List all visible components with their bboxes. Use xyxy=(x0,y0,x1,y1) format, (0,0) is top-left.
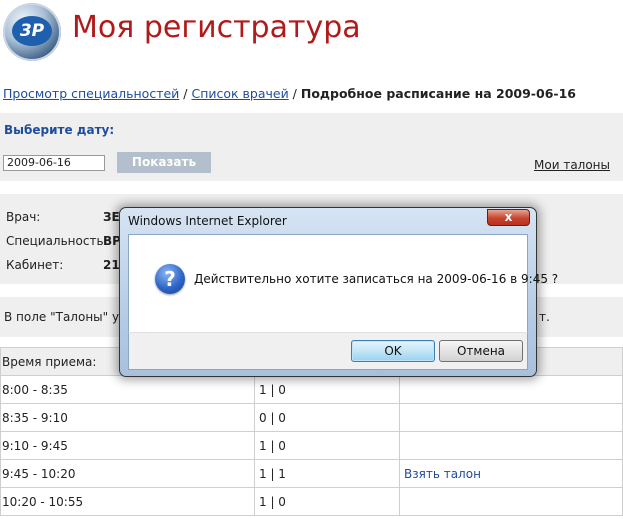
table-row: 10:20 - 10:55 1 | 0 xyxy=(0,487,623,516)
time-cell: 9:10 - 9:45 xyxy=(0,431,255,460)
close-button[interactable]: x xyxy=(487,209,530,226)
dialog-footer: OK Отмена xyxy=(128,332,528,370)
tickets-cell: 1 | 0 xyxy=(254,375,400,404)
time-cell: 8:35 - 9:10 xyxy=(0,403,255,432)
breadcrumb-current: Подробное расписание на 2009-06-16 xyxy=(300,86,576,101)
specialty-label: Специальность: xyxy=(6,234,108,248)
date-panel: Выберите дату: 2009-06-16 Показать Мои т… xyxy=(0,113,623,181)
specialty-row: Специальность: ВР xyxy=(6,234,121,248)
cabinet-label: Кабинет: xyxy=(6,258,64,272)
tickets-cell: 1 | 0 xyxy=(254,431,400,460)
question-icon: ? xyxy=(155,264,185,294)
breadcrumb-separator: / xyxy=(179,86,192,101)
time-cell: 10:20 - 10:55 xyxy=(0,487,255,516)
dialog-message: Действительно хотите записаться на 2009-… xyxy=(194,272,559,286)
table-row: 9:45 - 10:20 1 | 1 Взять талон xyxy=(0,459,623,488)
doctor-label: Врач: xyxy=(6,210,41,224)
time-cell: 8:00 - 8:35 xyxy=(0,375,255,404)
note-text-tail: т. xyxy=(539,310,550,324)
action-cell xyxy=(399,431,623,460)
site-title: Моя регистратура xyxy=(72,10,361,45)
dialog-title[interactable]: Windows Internet Explorer xyxy=(128,214,287,228)
confirm-dialog: Windows Internet Explorer x ? Действител… xyxy=(119,207,558,377)
action-cell xyxy=(399,487,623,516)
doctor-value: ЗЕ xyxy=(103,210,120,224)
logo-text: 3P xyxy=(12,16,52,46)
action-cell: Взять талон xyxy=(399,459,623,488)
date-input[interactable]: 2009-06-16 xyxy=(3,155,105,171)
breadcrumb: Просмотр специальностей / Список врачей … xyxy=(3,86,576,101)
dialog-body: ? Действительно хотите записаться на 200… xyxy=(128,234,558,332)
table-row: 8:00 - 8:35 1 | 0 xyxy=(0,375,623,404)
cancel-button[interactable]: Отмена xyxy=(439,340,523,362)
action-cell xyxy=(399,375,623,404)
take-ticket-link[interactable]: Взять талон xyxy=(404,467,481,481)
cabinet-value: 21 xyxy=(103,258,120,272)
table-row: 8:35 - 9:10 0 | 0 xyxy=(0,403,623,432)
logo: 3P xyxy=(3,3,61,61)
cabinet-row: Кабинет: 21 xyxy=(6,258,120,272)
breadcrumb-doctors-link[interactable]: Список врачей xyxy=(191,86,288,101)
tickets-cell: 1 | 0 xyxy=(254,487,400,516)
ok-button[interactable]: OK xyxy=(351,340,435,362)
tickets-cell: 1 | 1 xyxy=(254,459,400,488)
note-text: В поле "Талоны" ука xyxy=(4,310,134,324)
tickets-cell: 0 | 0 xyxy=(254,403,400,432)
doctor-row: Врач: ЗЕ xyxy=(6,210,120,224)
date-label: Выберите дату: xyxy=(4,123,115,137)
my-tickets-link[interactable]: Мои талоны xyxy=(534,158,610,172)
table-row: 9:10 - 9:45 1 | 0 xyxy=(0,431,623,460)
time-cell: 9:45 - 10:20 xyxy=(0,459,255,488)
breadcrumb-separator: / xyxy=(288,86,301,101)
action-cell xyxy=(399,403,623,432)
close-icon: x xyxy=(504,210,513,224)
breadcrumb-specialties-link[interactable]: Просмотр специальностей xyxy=(3,86,179,101)
show-button[interactable]: Показать xyxy=(117,152,211,173)
